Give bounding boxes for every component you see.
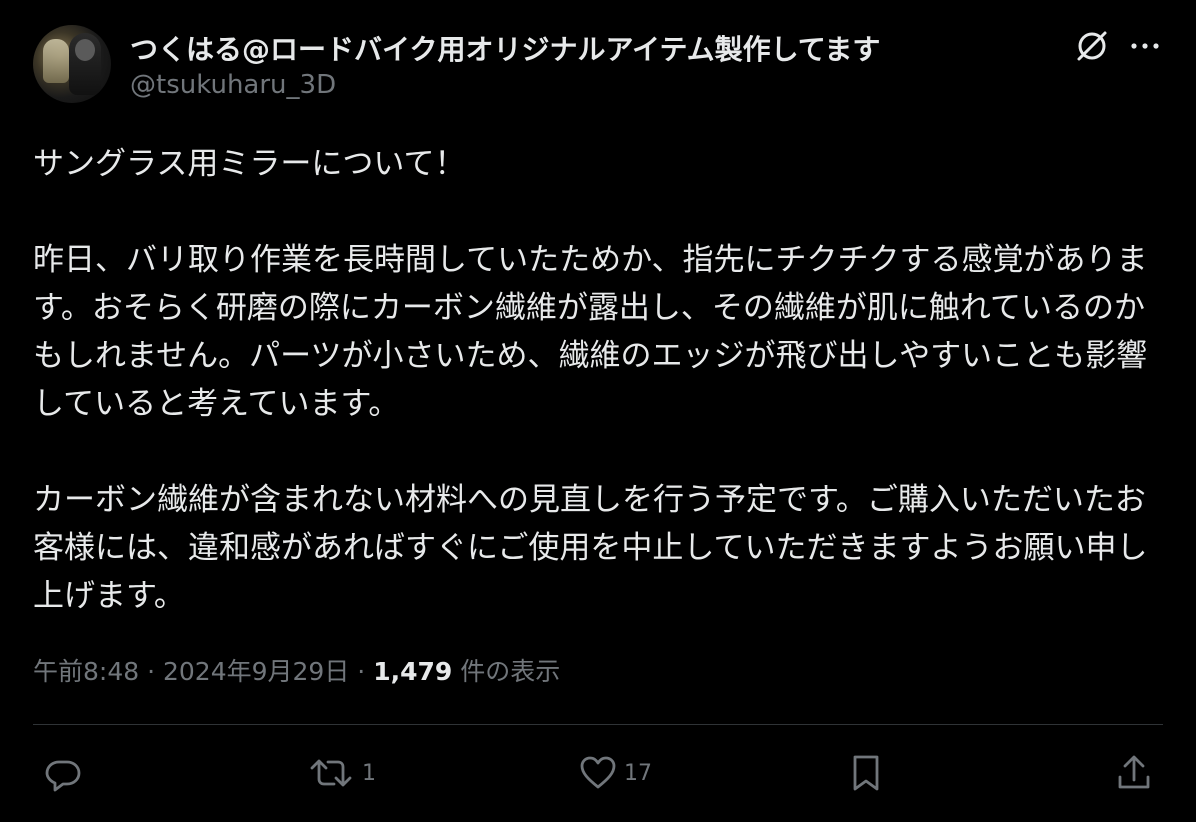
avatar-figure-left: [43, 39, 69, 83]
like-count: 17: [624, 760, 652, 786]
tweet-paragraph: カーボン繊維が含まれない材料への見直しを行う予定です。ご購入いただいたお客様には…: [33, 482, 1148, 614]
share-icon: [1114, 753, 1154, 793]
reply-button[interactable]: [44, 750, 88, 796]
avatar-face: [75, 39, 95, 61]
like-icon: [578, 754, 618, 792]
views-count: 1,479: [373, 657, 453, 686]
tweet-paragraph: サングラス用ミラーについて！: [33, 146, 466, 182]
tweet-meta: 午前8:48 · 2024年9月29日 · 1,479 件の表示: [33, 652, 560, 688]
tweet-time[interactable]: 午前8:48: [33, 657, 139, 686]
more-icon[interactable]: [1128, 36, 1162, 56]
divider: [33, 724, 1163, 725]
author-handle[interactable]: @tsukuharu_3D: [130, 70, 336, 100]
retweet-icon: [306, 754, 356, 792]
grok-icon[interactable]: [1072, 26, 1112, 66]
tweet-paragraph: 昨日、バリ取り作業を長時間していたためか、指先にチクチクする感覚があります。おそ…: [33, 242, 1148, 422]
tweet-date[interactable]: 2024年9月29日: [163, 657, 349, 686]
views-label: 件の表示: [460, 657, 561, 686]
avatar[interactable]: [33, 25, 111, 103]
share-button[interactable]: [1114, 750, 1154, 796]
bookmark-icon: [847, 753, 885, 793]
bookmark-button[interactable]: [847, 750, 885, 796]
author-display-name[interactable]: つくはる@ロードバイク用オリジナルアイテム製作してます: [130, 28, 880, 68]
reply-icon: [44, 754, 82, 792]
tweet-text: サングラス用ミラーについて！ 昨日、バリ取り作業を長時間していたためか、指先にチ…: [33, 140, 1163, 620]
meta-separator: ·: [357, 657, 366, 686]
retweet-count: 1: [362, 760, 376, 786]
meta-separator: ·: [147, 657, 156, 686]
retweet-button[interactable]: 1: [306, 750, 376, 796]
like-button[interactable]: 17: [578, 750, 652, 796]
